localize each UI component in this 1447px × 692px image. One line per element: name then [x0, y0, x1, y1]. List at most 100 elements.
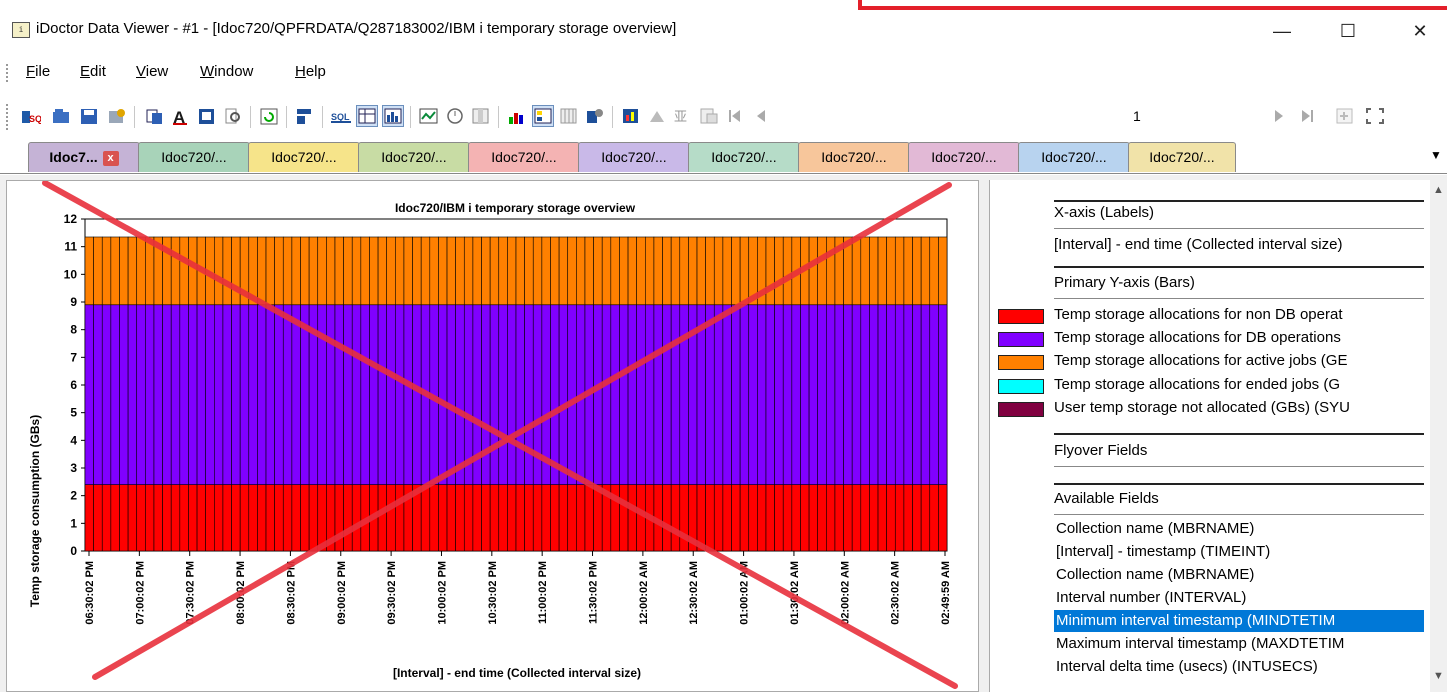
bar-segment-1[interactable] [636, 304, 646, 485]
legend-swatch[interactable] [998, 402, 1044, 417]
bar-segment-1[interactable] [300, 304, 310, 485]
layout-icon[interactable] [294, 105, 316, 127]
legend-series-label[interactable]: Temp storage allocations for non DB oper… [1054, 306, 1424, 323]
bar-segment-2[interactable] [912, 236, 922, 306]
bar-segment-0[interactable] [636, 484, 646, 552]
bar-segment-0[interactable] [627, 484, 637, 552]
bar-segment-2[interactable] [489, 236, 500, 306]
bar-segment-0[interactable] [860, 484, 870, 552]
bar-segment-2[interactable] [679, 236, 689, 306]
bar-segment-2[interactable] [291, 236, 301, 306]
bar-segment-0[interactable] [291, 484, 301, 552]
bar-segment-0[interactable] [670, 484, 681, 552]
menu-help[interactable]: Help [295, 63, 326, 80]
bar-segment-0[interactable] [619, 484, 629, 552]
bar-segment-1[interactable] [239, 304, 250, 485]
bar-segment-0[interactable] [179, 484, 189, 552]
tab-9[interactable]: Idoc720/... [1018, 142, 1130, 172]
bar-segment-1[interactable] [610, 304, 620, 485]
next-page-icon[interactable] [1268, 105, 1290, 127]
bar-segment-1[interactable] [679, 304, 689, 485]
bar-segment-1[interactable] [774, 304, 784, 485]
bar-segment-1[interactable] [351, 304, 362, 485]
bar-segment-1[interactable] [360, 304, 370, 485]
bar-segment-2[interactable] [860, 236, 870, 306]
legend-series-label[interactable]: Temp storage allocations for active jobs… [1054, 352, 1424, 369]
legend-series-label[interactable]: User temp storage not allocated (GBs) (S… [1054, 399, 1424, 416]
bar-segment-0[interactable] [713, 484, 724, 552]
bar-segment-0[interactable] [438, 484, 448, 552]
bar-segment-2[interactable] [722, 236, 732, 306]
bar-segment-2[interactable] [601, 236, 612, 306]
bar-segment-1[interactable] [826, 304, 836, 485]
bar-segment-1[interactable] [162, 304, 172, 485]
bar-segment-2[interactable] [84, 236, 94, 306]
bar-segment-0[interactable] [748, 484, 758, 552]
bar-segment-1[interactable] [248, 304, 258, 485]
menu-window[interactable]: Window [200, 63, 253, 80]
bar-segment-1[interactable] [713, 304, 724, 485]
bar-segment-1[interactable] [489, 304, 500, 485]
close-button[interactable]: ✕ [1400, 14, 1440, 48]
bar-segment-2[interactable] [369, 236, 379, 306]
bar-segment-2[interactable] [826, 236, 836, 306]
bar-segment-2[interactable] [688, 236, 698, 306]
bar-segment-1[interactable] [515, 304, 525, 485]
bar-segment-1[interactable] [739, 304, 750, 485]
bar-segment-0[interactable] [705, 484, 715, 552]
bar-segment-1[interactable] [593, 304, 603, 485]
bar-segment-0[interactable] [765, 484, 775, 552]
bar-segment-1[interactable] [627, 304, 637, 485]
panel-splitter[interactable] [981, 180, 989, 692]
bar-segment-1[interactable] [110, 304, 120, 485]
bar-segment-2[interactable] [739, 236, 750, 306]
bar-segment-2[interactable] [481, 236, 491, 306]
bar-segment-1[interactable] [894, 304, 905, 485]
bar-segment-1[interactable] [817, 304, 827, 485]
bar-segment-0[interactable] [576, 484, 586, 552]
bar-segment-2[interactable] [429, 236, 439, 306]
bar-segment-0[interactable] [938, 484, 948, 552]
bar-segment-0[interactable] [127, 484, 138, 552]
bar-segment-0[interactable] [532, 484, 543, 552]
bar-segment-0[interactable] [282, 484, 293, 552]
bar-segment-2[interactable] [386, 236, 396, 306]
legend-series-label[interactable]: Temp storage allocations for ended jobs … [1054, 376, 1424, 393]
bar-segment-2[interactable] [231, 236, 241, 306]
tab-2[interactable]: Idoc720/... [248, 142, 360, 172]
bar-segment-0[interactable] [903, 484, 913, 552]
bar-segment-2[interactable] [145, 236, 155, 306]
bar-segment-1[interactable] [567, 304, 577, 485]
bar-segment-0[interactable] [498, 484, 508, 552]
bar-segment-0[interactable] [912, 484, 922, 552]
bar-segment-2[interactable] [817, 236, 827, 306]
bar-segment-2[interactable] [532, 236, 543, 306]
bar-segment-1[interactable] [619, 304, 629, 485]
bar-segment-1[interactable] [257, 304, 267, 485]
bar-segment-0[interactable] [93, 484, 103, 552]
bar-segment-2[interactable] [851, 236, 862, 306]
bar-segment-2[interactable] [472, 236, 482, 306]
record-icon[interactable] [620, 105, 642, 127]
bar-segment-1[interactable] [550, 304, 560, 485]
legend-icon[interactable] [532, 105, 554, 127]
bar-segment-2[interactable] [257, 236, 267, 306]
bar-segment-1[interactable] [670, 304, 681, 485]
available-field-item[interactable]: Interval number (INTERVAL) [1054, 587, 1424, 609]
bar-segment-0[interactable] [231, 484, 241, 552]
clock-icon[interactable] [444, 105, 466, 127]
bar-segment-2[interactable] [920, 236, 931, 306]
bar-segment-1[interactable] [481, 304, 491, 485]
bar-segment-1[interactable] [214, 304, 224, 485]
bar-segment-1[interactable] [84, 304, 94, 485]
bar-segment-0[interactable] [739, 484, 750, 552]
maximize-button[interactable]: ☐ [1328, 14, 1368, 48]
bar-segment-0[interactable] [722, 484, 732, 552]
bar-segment-0[interactable] [429, 484, 439, 552]
bar-segment-1[interactable] [446, 304, 456, 485]
available-field-item[interactable]: Minimum interval timestamp (MINDTETIM [1054, 610, 1424, 632]
bar-segment-0[interactable] [205, 484, 215, 552]
tab-close-icon[interactable]: x [102, 150, 119, 166]
tab-10[interactable]: Idoc720/... [1128, 142, 1236, 172]
bar-segment-0[interactable] [101, 484, 112, 552]
